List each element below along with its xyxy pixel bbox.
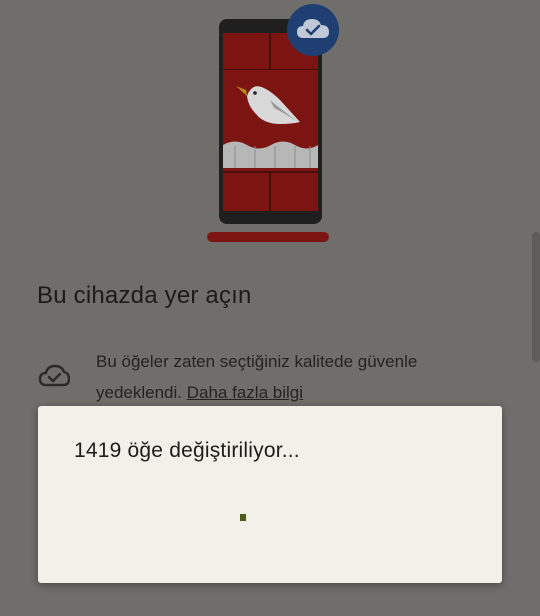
- dialog-title: 1419 öğe değiştiriliyor...: [74, 439, 300, 462]
- scrollbar[interactable]: [532, 232, 540, 362]
- cloud-done-icon: [285, 2, 341, 58]
- backup-description: Bu öğeler zaten seçtiğiniz kalitede güve…: [96, 346, 496, 408]
- learn-more-link[interactable]: Daha fazla bilgi: [187, 383, 303, 402]
- backup-info-row: Bu öğeler zaten seçtiğiniz kalitede güve…: [36, 346, 506, 406]
- progress-dialog: 1419 öğe değiştiriliyor...: [38, 406, 502, 583]
- loading-spinner-icon: [240, 514, 246, 521]
- cloud-check-icon: [38, 364, 71, 388]
- page-title: Bu cihazda yer açın: [37, 282, 252, 309]
